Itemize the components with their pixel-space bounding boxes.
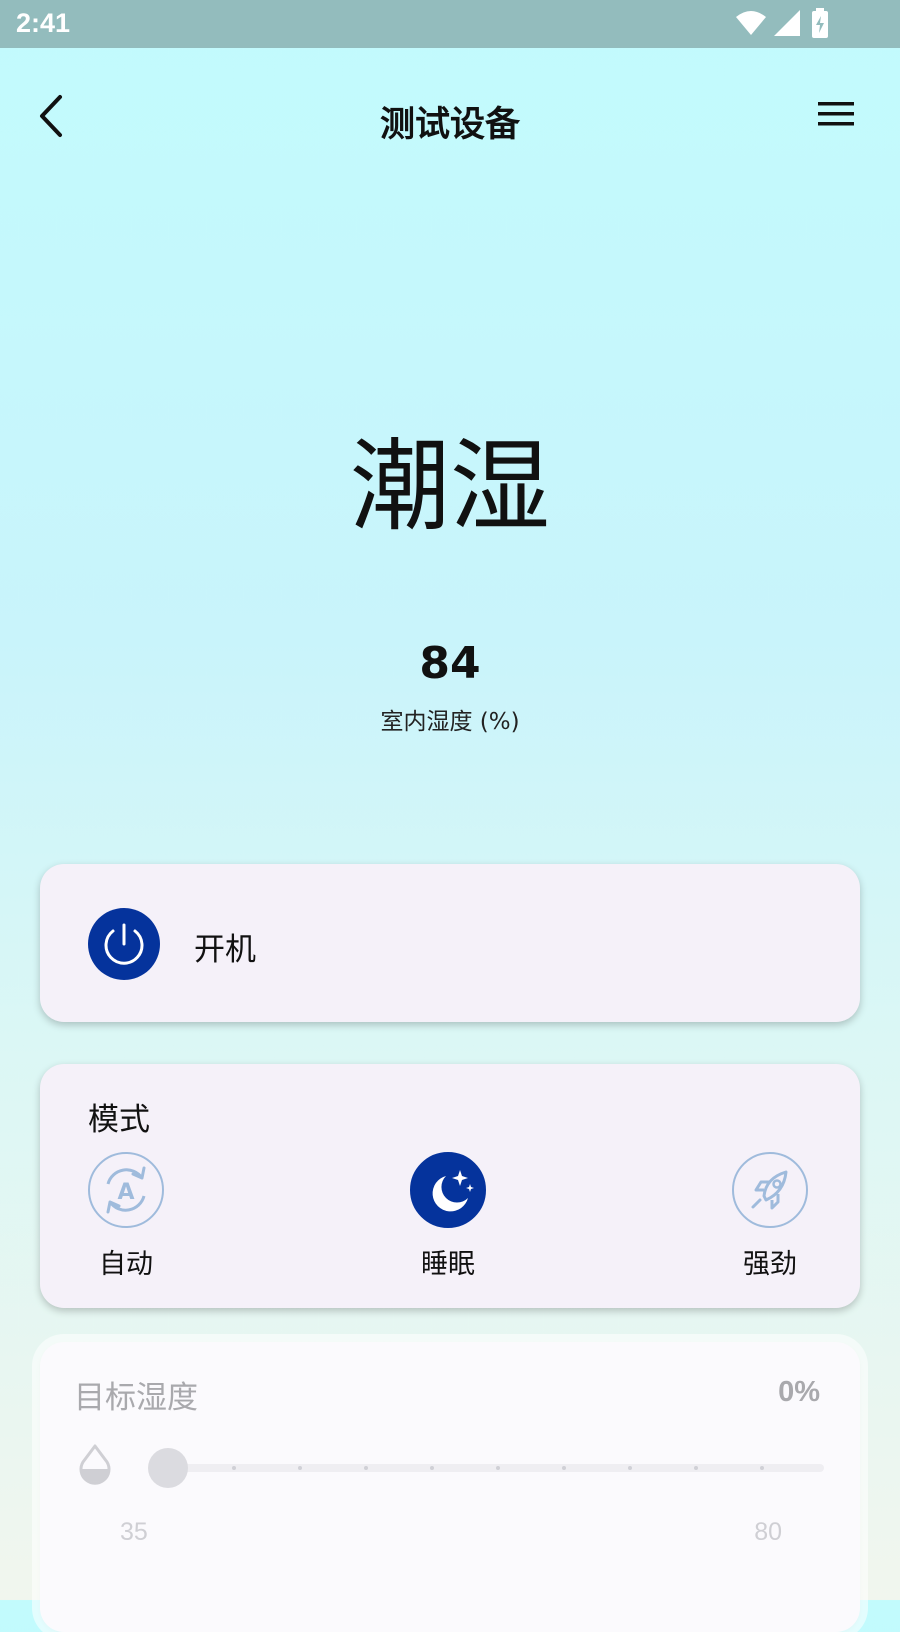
mode-auto-button[interactable]: A	[88, 1152, 164, 1228]
slider-thumb[interactable]	[148, 1448, 188, 1488]
power-button[interactable]	[88, 908, 160, 980]
mode-boost-button[interactable]	[732, 1152, 808, 1228]
slider-tick	[298, 1466, 302, 1470]
page-title: 测试设备	[379, 105, 520, 145]
slider-tick	[232, 1466, 236, 1470]
rocket-icon	[751, 1170, 788, 1210]
slider-tick	[562, 1466, 566, 1470]
humidity-status-word: 潮湿	[350, 428, 550, 545]
mode-boost-label: 强劲	[743, 1249, 797, 1280]
menu-button[interactable]	[818, 98, 856, 138]
status-time: 2:41	[16, 8, 71, 38]
slider-tick	[430, 1466, 434, 1470]
mode-sleep-label: 睡眠	[421, 1249, 475, 1280]
slider-tick	[364, 1466, 368, 1470]
target-humidity-slider[interactable]	[148, 1446, 824, 1490]
mode-option-boost[interactable]: 强劲	[712, 1152, 832, 1292]
mode-option-auto[interactable]: A 自动	[68, 1152, 188, 1292]
mode-sleep-button[interactable]	[410, 1152, 486, 1228]
moon-stars-icon	[432, 1170, 474, 1212]
mode-title: 模式	[88, 1102, 150, 1138]
target-humidity-title: 目标湿度	[74, 1380, 198, 1416]
hamburger-menu-icon	[818, 102, 854, 126]
auto-mode-icon: A	[106, 1166, 146, 1214]
battery-icon	[812, 8, 828, 42]
power-label: 开机	[194, 932, 256, 968]
slider-tick	[760, 1466, 764, 1470]
mode-auto-label: 自动	[99, 1249, 153, 1280]
mode-card: 模式 A 自动 睡眠 强劲	[40, 1064, 860, 1308]
slider-tick	[694, 1466, 698, 1470]
signal-icon	[774, 10, 800, 40]
svg-text:A: A	[117, 1180, 134, 1205]
target-humidity-card: 目标湿度 0% 35 80	[40, 1342, 860, 1632]
slider-min-label: 35	[120, 1518, 148, 1546]
top-app-bar: 测试设备	[0, 68, 900, 168]
water-drop-icon	[78, 1442, 112, 1486]
mode-option-sleep[interactable]: 睡眠	[390, 1152, 510, 1292]
target-humidity-value: 0%	[778, 1376, 820, 1408]
power-icon	[104, 923, 144, 965]
status-bar: 2:41	[0, 0, 900, 48]
slider-tick	[628, 1466, 632, 1470]
power-card[interactable]: 开机	[40, 864, 860, 1022]
slider-tick	[496, 1466, 500, 1470]
wifi-icon	[736, 10, 766, 40]
slider-max-label: 80	[754, 1518, 782, 1546]
indoor-humidity-value: 84	[419, 638, 481, 689]
indoor-humidity-label: 室内湿度 (%)	[380, 709, 520, 735]
